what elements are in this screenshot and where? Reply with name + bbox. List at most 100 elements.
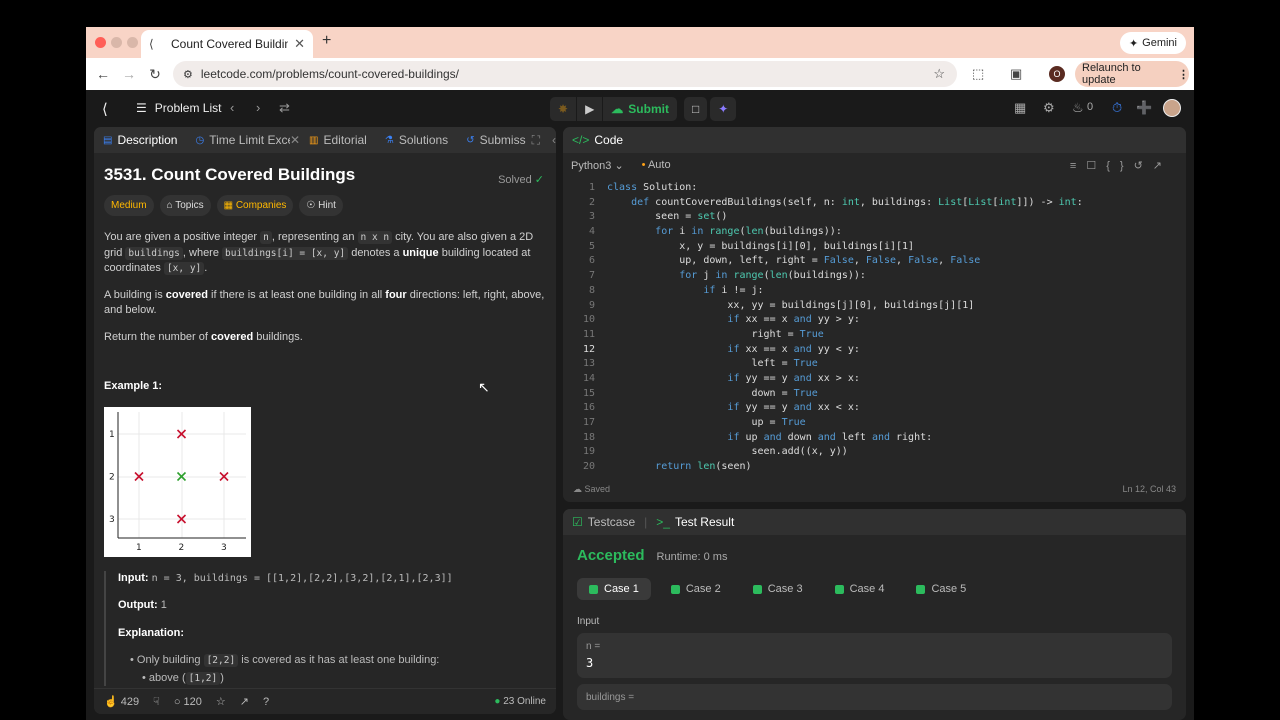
language-select[interactable]: Python3 ⌄ <box>571 159 624 172</box>
notes-icon[interactable]: □ <box>683 97 708 121</box>
code-line[interactable]: 2 def countCoveredBuildings(self, n: int… <box>563 196 1186 211</box>
code-line[interactable]: 7 for j in range(len(buildings)): <box>563 269 1186 284</box>
format-icon[interactable]: ≡ <box>1070 160 1086 172</box>
extensions-icon[interactable]: ⬚ <box>972 66 984 82</box>
code-text: return len(seen) <box>655 461 752 471</box>
code-line[interactable]: 5 x, y = buildings[i][0], buildings[i][1… <box>563 240 1186 255</box>
code-line[interactable]: 20 return len(seen) <box>563 460 1186 471</box>
user-avatar[interactable] <box>1163 99 1181 117</box>
tab-code[interactable]: </> Code <box>563 127 632 153</box>
code-line[interactable]: 3 seen = set() <box>563 210 1186 225</box>
new-tab-icon[interactable]: + <box>322 32 331 50</box>
case-tab[interactable]: Case 5 <box>904 578 978 600</box>
leetcode-logo-icon[interactable]: ⟨ <box>102 100 108 118</box>
share-icon[interactable]: ↗ <box>240 695 249 708</box>
tag-icon: ⌂ <box>166 199 176 211</box>
gemini-button[interactable]: ✦ Gemini <box>1119 32 1186 54</box>
reload-icon[interactable]: ↻ <box>142 66 168 83</box>
debug-bug-icon[interactable]: ✸ <box>550 97 577 121</box>
prev-problem-icon[interactable]: ‹ <box>230 100 234 115</box>
hint-label: Hint <box>318 199 336 211</box>
next-problem-icon[interactable]: › <box>256 100 260 115</box>
code-line[interactable]: 18 if up and down and left and right: <box>563 431 1186 446</box>
problem-list-button[interactable]: ☰ Problem List <box>136 101 221 115</box>
code-line[interactable]: 16 if yy == y and xx < x: <box>563 401 1186 416</box>
code-line[interactable]: 17 up = True <box>563 416 1186 431</box>
code-line[interactable]: 4 for i in range(len(buildings)): <box>563 225 1186 240</box>
shuffle-icon[interactable]: ⇄ <box>279 100 290 116</box>
code-text: for j in range(len(buildings)): <box>679 270 866 282</box>
favorite-star-icon[interactable]: ☆ <box>216 695 226 708</box>
minimize-window-dot[interactable] <box>111 37 122 48</box>
code-line[interactable]: 9 xx, yy = buildings[j][0], buildings[j]… <box>563 299 1186 314</box>
saved-status: Saved <box>584 484 611 494</box>
profile-avatar[interactable]: O <box>1049 66 1065 82</box>
check-icon <box>752 584 762 594</box>
tab-editorial[interactable]: ▥ Editorial <box>300 127 376 153</box>
bookmark-star-icon[interactable]: ☆ <box>933 66 945 82</box>
line-number: 2 <box>588 196 595 208</box>
y-tick-label: 2 <box>109 472 115 482</box>
code-line[interactable]: 11 right = True <box>563 328 1186 343</box>
case-label: Case 1 <box>604 583 639 595</box>
dislike-icon[interactable]: ☟ <box>153 695 160 708</box>
tab-description[interactable]: ▤ Description <box>94 127 186 153</box>
hint-tag[interactable]: ☉ Hint <box>299 194 343 216</box>
code-line[interactable]: 6 up, down, left, right = False, False, … <box>563 254 1186 269</box>
comments-button[interactable]: ○ 120 <box>174 696 202 708</box>
submit-label: Submit <box>628 102 669 116</box>
site-info-icon[interactable]: ⚙ <box>183 68 193 81</box>
like-button[interactable]: ☝ 429 <box>104 695 139 708</box>
submit-button[interactable]: ☁ Submit <box>603 97 677 121</box>
address-bar[interactable]: ⚙ leetcode.com/problems/count-covered-bu… <box>173 61 957 87</box>
auto-mode[interactable]: • Auto <box>642 159 671 171</box>
reset-icon[interactable]: ↺ <box>1134 160 1153 172</box>
case-tab[interactable]: Case 1 <box>577 578 651 600</box>
tab-time-limit[interactable]: ◷ Time Limit Exceede <box>186 127 289 153</box>
topics-tag[interactable]: ⌂ Topics <box>159 194 211 216</box>
tab-solutions[interactable]: ⚗ Solutions <box>376 127 457 153</box>
streak-fire-icon[interactable]: ♨ <box>1072 100 1084 116</box>
add-friend-icon[interactable]: ➕ <box>1136 100 1152 116</box>
code-editor[interactable]: 1 class Solution: 2 def countCoveredBuildi… <box>563 181 1186 471</box>
code-line[interactable]: 19 seen.add((x, y)) <box>563 445 1186 460</box>
companies-tag[interactable]: ▦ Companies <box>216 194 294 216</box>
code-line[interactable]: 8 if i != j: <box>563 284 1186 299</box>
code-line[interactable]: 14 if yy == y and xx > x: <box>563 372 1186 387</box>
code-line[interactable]: 10 if xx == x and yy > y: <box>563 313 1186 328</box>
code-line[interactable]: 13 left = True <box>563 357 1186 372</box>
help-icon[interactable]: ? <box>263 696 269 708</box>
back-icon[interactable]: ← <box>90 66 116 82</box>
bookmark-icon[interactable]: ☐ <box>1086 160 1106 172</box>
forward-icon[interactable]: → <box>116 66 142 82</box>
case-tab[interactable]: Case 2 <box>659 578 733 600</box>
braces-icon[interactable]: {} <box>1106 160 1133 172</box>
close-tab-icon[interactable]: ✕ <box>290 133 300 147</box>
menu-kebab-icon[interactable]: ⋮ <box>1178 68 1189 81</box>
code-line[interactable]: 15 down = True <box>563 387 1186 402</box>
code-line[interactable]: 12 if xx == x and yy < y: <box>563 343 1186 358</box>
code-line[interactable]: 1 class Solution: <box>563 181 1186 196</box>
problem-title[interactable]: 3531. Count Covered Buildings <box>104 166 546 182</box>
close-window-dot[interactable] <box>95 37 106 48</box>
case-tab[interactable]: Case 3 <box>741 578 815 600</box>
layout-grid-icon[interactable]: ▦ <box>1014 100 1026 116</box>
run-play-icon[interactable]: ▶ <box>577 97 603 121</box>
tab-testcase[interactable]: ☑ Testcase <box>563 509 644 535</box>
timer-icon[interactable]: ⏱ <box>1112 100 1122 116</box>
tab-test-result[interactable]: >_ Test Result <box>647 509 743 535</box>
case-tab[interactable]: Case 4 <box>823 578 897 600</box>
relaunch-button[interactable]: Relaunch to update ⋮ <box>1075 61 1189 87</box>
expand-icon[interactable]: ↗ <box>1153 160 1172 172</box>
tab-search-icon[interactable]: ▣ <box>1010 66 1022 82</box>
close-tab-icon[interactable]: ✕ <box>294 36 305 52</box>
tab-submissions[interactable]: ↺ Submiss <box>457 127 527 153</box>
zoom-window-dot[interactable] <box>127 37 138 48</box>
ai-sparkle-icon[interactable]: ✦ <box>710 97 737 121</box>
collapse-chevron-icon[interactable]: ‹ <box>552 133 556 147</box>
settings-gear-icon[interactable]: ⚙ <box>1043 100 1055 116</box>
test-tabs: ☑ Testcase | >_ Test Result <box>563 509 1186 535</box>
buildings-label: buildings = <box>586 692 635 703</box>
browser-tab-active[interactable]: ⟨ Count Covered Buildings - Le ✕ <box>141 30 313 58</box>
maximize-icon[interactable]: ⛶ <box>532 133 540 148</box>
